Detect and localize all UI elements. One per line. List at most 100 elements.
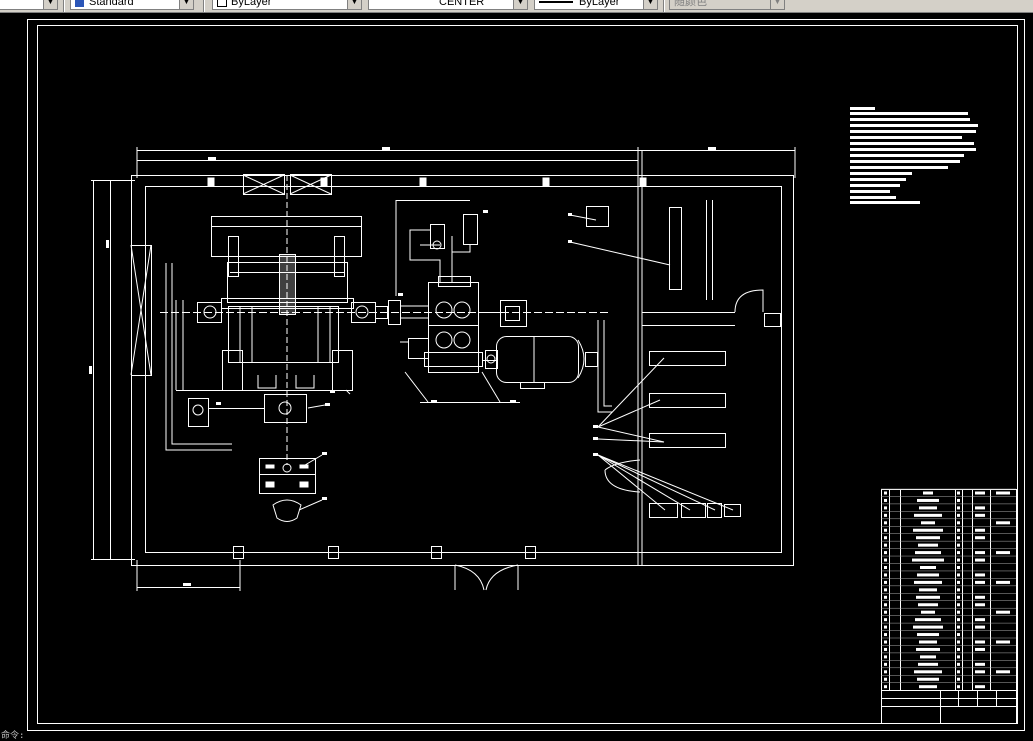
table-cell-glyph [957,595,960,599]
table-cell-glyph [884,580,887,584]
linetype-combo[interactable]: CENTER ▼ [368,0,528,10]
partial-combo[interactable]: ▼ [0,0,58,10]
table-cell-glyph [975,558,985,562]
table-cell-glyph [884,677,887,681]
table-cell-glyph [884,498,887,502]
table-cell-glyph [915,618,941,622]
table-cell-glyph [884,558,887,562]
table-cell-glyph [914,670,942,674]
toolbar-separator [663,0,665,12]
table-cell-glyph [975,513,985,517]
table-cell-glyph [975,685,985,689]
table-cell-glyph [957,543,960,547]
table-cell-glyph [975,595,985,599]
table-cell-glyph [914,580,942,584]
table-cell-glyph [975,618,985,622]
table-cell-glyph [996,670,1010,674]
table-cell-glyph [957,513,960,517]
table-cell-glyph [915,551,941,555]
table-cell-glyph [884,633,887,637]
table-cell-glyph [957,551,960,555]
dropdown-arrow-icon[interactable]: ▼ [513,0,527,9]
table-cell-glyph [957,670,960,674]
table-cell-glyph [916,647,940,651]
table-cell-glyph [957,580,960,584]
parts-list-text [884,491,1010,689]
table-cell-glyph [884,521,887,525]
table-cell-glyph [975,536,985,540]
table-cell-glyph [996,580,1010,584]
parts-list-rows [881,488,1016,683]
table-cell-glyph [884,573,887,577]
table-cell-glyph [918,543,938,547]
table-cell-glyph [975,603,985,607]
text-style-icon [75,0,84,7]
table-cell-glyph [884,603,887,607]
table-cell-glyph [957,610,960,614]
table-cell-glyph [913,528,943,532]
table-cell-glyph [884,491,887,495]
table-cell-glyph [975,528,985,532]
technical-notes [850,107,978,204]
table-cell-glyph [996,610,1010,614]
table-cell-glyph [975,640,985,644]
text-style-combo[interactable]: Standard ▼ [70,0,194,10]
table-cell-glyph [884,610,887,614]
table-cell-glyph [919,588,937,592]
table-cell-glyph [957,625,960,629]
table-cell-glyph [884,662,887,666]
hoist-assembly [160,175,610,522]
table-cell-glyph [957,685,960,689]
table-cell-glyph [957,521,960,525]
room-walls [91,147,796,591]
plot-style-value: 随颜色 [674,0,707,8]
table-cell-glyph [996,491,1010,495]
table-cell-glyph [957,618,960,622]
table-cell-glyph [957,573,960,577]
table-cell-glyph [917,633,939,637]
table-cell-glyph [957,603,960,607]
layer-combo[interactable]: ByLayer ▼ [212,0,362,10]
dropdown-arrow-icon[interactable]: ▼ [770,0,784,9]
dropdown-arrow-icon[interactable]: ▼ [179,0,193,9]
table-cell-glyph [884,655,887,659]
table-cell-glyph [918,603,938,607]
plot-style-combo[interactable]: 随颜色 ▼ [669,0,785,10]
table-cell-glyph [957,528,960,532]
table-cell-glyph [957,498,960,502]
color-swatch-icon [217,0,227,8]
table-cell-glyph [921,521,935,525]
toolbar-separator [63,0,65,12]
table-cell-glyph [884,685,887,689]
table-cell-glyph [884,551,887,555]
table-cell-glyph [919,685,937,689]
layer-value: ByLayer [231,0,272,8]
table-cell-glyph [884,625,887,629]
table-cell-glyph [919,640,937,644]
table-cell-glyph [917,498,939,502]
table-cell-glyph [884,566,887,569]
electrical-room [569,200,741,518]
table-cell-glyph [884,528,887,532]
table-cell-glyph [916,536,940,540]
table-cell-glyph [975,491,985,495]
table-cell-glyph [957,536,960,540]
table-cell-glyph [884,513,887,517]
table-cell-glyph [917,573,939,577]
table-cell-glyph [975,580,985,584]
dropdown-arrow-icon[interactable]: ▼ [643,0,657,9]
table-cell-glyph [957,677,960,681]
command-prompt: 命令: [1,731,25,741]
table-cell-glyph [884,588,887,592]
drawing-canvas[interactable] [0,13,1033,731]
command-line[interactable]: 命令: [0,731,1033,741]
table-cell-glyph [921,610,935,614]
dropdown-arrow-icon[interactable]: ▼ [43,0,57,9]
table-cell-glyph [957,558,960,562]
toolbar-separator [203,0,205,12]
dropdown-arrow-icon[interactable]: ▼ [347,0,361,9]
table-cell-glyph [916,595,940,599]
table-cell-glyph [957,647,960,651]
lineweight-combo[interactable]: ByLayer ▼ [534,0,658,10]
reducer-assembly [388,200,612,413]
